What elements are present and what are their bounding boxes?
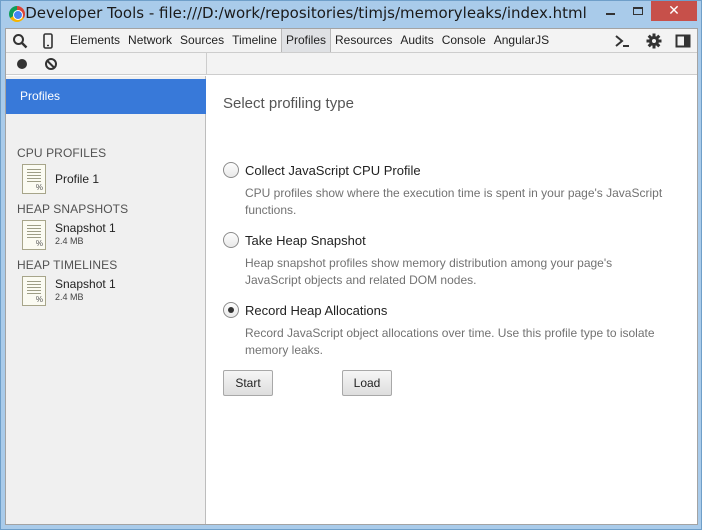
tab-angularjs[interactable]: AngularJS (490, 29, 553, 52)
gear-icon[interactable] (646, 33, 662, 49)
sidebar-item-label: Snapshot 1 (55, 277, 116, 291)
sidebar-item-cpu-profile-1[interactable]: % Profile 1 (20, 164, 200, 196)
title-bar[interactable]: Developer Tools - file:///D:/work/reposi… (1, 1, 701, 27)
devtools-panel: Elements Network Sources Timeline Profil… (5, 28, 698, 525)
panel-tab-bar: Elements Network Sources Timeline Profil… (6, 29, 697, 53)
tab-sources[interactable]: Sources (176, 29, 228, 52)
console-drawer-icon[interactable] (614, 33, 630, 49)
close-button[interactable]: ✕ (651, 1, 697, 21)
minimize-button[interactable] (597, 1, 624, 21)
tab-audits[interactable]: Audits (396, 29, 437, 52)
dock-side-icon[interactable] (675, 33, 691, 49)
clear-icon[interactable] (45, 58, 57, 70)
sidebar-item-heap-snapshot-1[interactable]: % Snapshot 1 2.4 MB (20, 220, 200, 252)
tab-network[interactable]: Network (124, 29, 176, 52)
sidebar-item-label: Profile 1 (55, 172, 100, 186)
tab-profiles[interactable]: Profiles (280, 29, 331, 52)
sidebar-item-size: 2.4 MB (55, 236, 84, 246)
radio-heap-allocations[interactable] (223, 302, 239, 318)
devtools-window: Developer Tools - file:///D:/work/reposi… (0, 0, 702, 530)
section-heap-timelines: HEAP TIMELINES (17, 258, 118, 272)
profiling-type-panel: Select profiling type Collect JavaScript… (207, 76, 697, 524)
sidebar-item-size: 2.4 MB (55, 292, 84, 302)
maximize-button[interactable] (624, 1, 651, 21)
sidebar-item-heap-timeline-1[interactable]: % Snapshot 1 2.4 MB (20, 276, 200, 308)
profiles-toolbar (6, 53, 697, 75)
option-description: Heap snapshot profiles show memory distr… (245, 256, 613, 287)
sidebar-item-profiles[interactable]: Profiles (6, 79, 206, 114)
page-title: Select profiling type (223, 95, 354, 112)
window-controls: ✕ (597, 1, 697, 21)
radio-cpu-profile[interactable] (223, 162, 239, 178)
option-label[interactable]: Collect JavaScript CPU Profile (245, 163, 421, 178)
option-description: Record JavaScript object allocations ove… (245, 326, 655, 357)
snapshot-file-icon: % (22, 220, 46, 250)
sidebar-item-label: Snapshot 1 (55, 221, 116, 235)
option-label[interactable]: Record Heap Allocations (245, 303, 387, 318)
tab-timeline[interactable]: Timeline (228, 29, 281, 52)
profiles-sidebar: Profiles CPU PROFILES % Profile 1 HEAP S… (6, 76, 206, 524)
toolbar-divider (206, 53, 207, 75)
tab-elements[interactable]: Elements (66, 29, 124, 52)
radio-heap-snapshot[interactable] (223, 232, 239, 248)
minimize-icon (606, 13, 615, 15)
load-button[interactable]: Load (342, 370, 392, 396)
window-title: Developer Tools - file:///D:/work/reposi… (25, 4, 587, 22)
tab-console[interactable]: Console (438, 29, 490, 52)
record-icon[interactable] (17, 59, 27, 69)
panel-tabs: Elements Network Sources Timeline Profil… (66, 29, 553, 52)
option-label[interactable]: Take Heap Snapshot (245, 233, 366, 248)
start-button[interactable]: Start (223, 370, 273, 396)
profile-file-icon: % (22, 164, 46, 194)
section-cpu-profiles: CPU PROFILES (17, 146, 107, 160)
section-heap-snapshots: HEAP SNAPSHOTS (17, 202, 129, 216)
tab-resources[interactable]: Resources (331, 29, 396, 52)
close-icon: ✕ (668, 3, 680, 19)
timeline-file-icon: % (22, 276, 46, 306)
option-description: CPU profiles show where the execution ti… (245, 186, 663, 217)
maximize-icon (632, 7, 643, 15)
device-mode-icon[interactable] (40, 33, 56, 49)
search-icon[interactable] (12, 33, 28, 49)
